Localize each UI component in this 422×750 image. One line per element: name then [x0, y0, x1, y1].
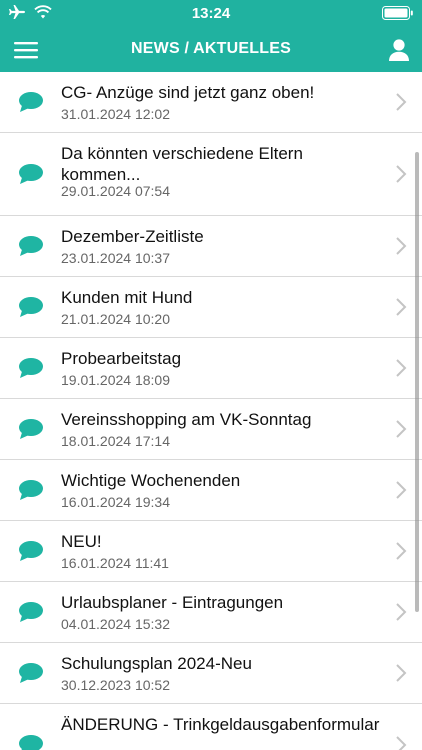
news-title: Wichtige Wochenenden — [61, 471, 241, 490]
speech-bubble-icon — [19, 92, 43, 112]
profile-button[interactable] — [386, 37, 412, 63]
news-item[interactable]: Da könnten verschiedene Eltern kommen...… — [0, 133, 422, 216]
chevron-right-icon — [396, 420, 407, 438]
news-title: Probearbeitstag — [61, 349, 182, 368]
news-item[interactable]: Urlaubsplaner - Eintragungen 04.01.2024 1… — [0, 582, 422, 643]
news-date: 18.01.2024 17:14 — [61, 433, 170, 449]
speech-bubble-icon — [19, 297, 43, 317]
chevron-right-icon — [396, 165, 407, 183]
news-title: CG- Anzüge sind jetzt ganz oben! — [61, 83, 315, 102]
speech-bubble-icon — [19, 236, 43, 256]
news-date: 29.01.2024 07:54 — [61, 183, 170, 199]
news-list[interactable]: CG- Anzüge sind jetzt ganz oben! 31.01.20… — [0, 72, 422, 750]
news-date: 31.01.2024 12:02 — [61, 106, 170, 122]
page-title: NEWS / AKTUELLES — [131, 40, 291, 57]
battery-icon — [382, 6, 413, 20]
news-title: Da könnten verschiedene Eltern kommen... — [61, 144, 303, 184]
news-item[interactable]: Probearbeitstag 19.01.2024 18:09 — [0, 338, 422, 399]
speech-bubble-icon — [19, 358, 43, 378]
news-title: NEU! — [61, 532, 102, 551]
news-date: 16.01.2024 11:41 — [61, 555, 169, 571]
news-date: 04.01.2024 15:32 — [61, 616, 170, 632]
chevron-right-icon — [396, 664, 407, 682]
chevron-right-icon — [396, 298, 407, 316]
news-item[interactable]: CG- Anzüge sind jetzt ganz oben! 31.01.20… — [0, 72, 422, 133]
chevron-right-icon — [396, 93, 407, 111]
news-title: Schulungsplan 2024-Neu — [61, 654, 252, 673]
news-date: 21.01.2024 10:20 — [61, 311, 170, 327]
news-title: Urlaubsplaner - Eintragungen — [61, 593, 284, 612]
news-date: 16.01.2024 19:34 — [61, 494, 170, 510]
status-bar: 13:24 — [0, 0, 422, 28]
chevron-right-icon — [396, 237, 407, 255]
news-item[interactable]: Wichtige Wochenenden 16.01.2024 19:34 — [0, 460, 422, 521]
news-item[interactable]: Kunden mit Hund 21.01.2024 10:20 — [0, 277, 422, 338]
news-item[interactable]: Schulungsplan 2024-Neu 30.12.2023 10:52 — [0, 643, 422, 704]
status-time: 13:24 — [191, 5, 231, 22]
news-title: Vereinsshopping am VK-Sonntag — [61, 410, 312, 429]
news-title: Kunden mit Hund — [61, 288, 193, 307]
nav-bar: NEWS / AKTUELLES — [0, 28, 422, 72]
speech-bubble-icon — [19, 541, 43, 561]
speech-bubble-icon — [19, 663, 43, 683]
news-item[interactable]: Vereinsshopping am VK-Sonntag 18.01.2024 … — [0, 399, 422, 460]
news-title: Dezember-Zeitliste — [61, 227, 204, 246]
news-item[interactable]: NEU! 16.01.2024 11:41 — [0, 521, 422, 582]
news-item[interactable]: Dezember-Zeitliste 23.01.2024 10:37 — [0, 216, 422, 277]
chevron-right-icon — [396, 736, 407, 750]
chevron-right-icon — [396, 603, 407, 621]
news-title: ÄNDERUNG - Trinkgeldausgabenformular — [61, 715, 380, 734]
speech-bubble-icon — [19, 480, 43, 500]
chevron-right-icon — [396, 481, 407, 499]
chevron-right-icon — [396, 542, 407, 560]
news-item[interactable]: ÄNDERUNG - Trinkgeldausgabenformular — [0, 704, 422, 750]
news-date: 30.12.2023 10:52 — [61, 677, 170, 693]
news-date: 19.01.2024 18:09 — [61, 372, 170, 388]
chevron-right-icon — [396, 359, 407, 377]
scrollbar[interactable] — [415, 152, 419, 612]
person-icon — [389, 39, 409, 61]
speech-bubble-icon — [19, 164, 43, 184]
battery-indicator — [382, 6, 414, 25]
speech-bubble-icon — [19, 602, 43, 622]
news-date: 23.01.2024 10:37 — [61, 250, 170, 266]
speech-bubble-icon — [19, 419, 43, 439]
speech-bubble-icon — [19, 735, 43, 750]
